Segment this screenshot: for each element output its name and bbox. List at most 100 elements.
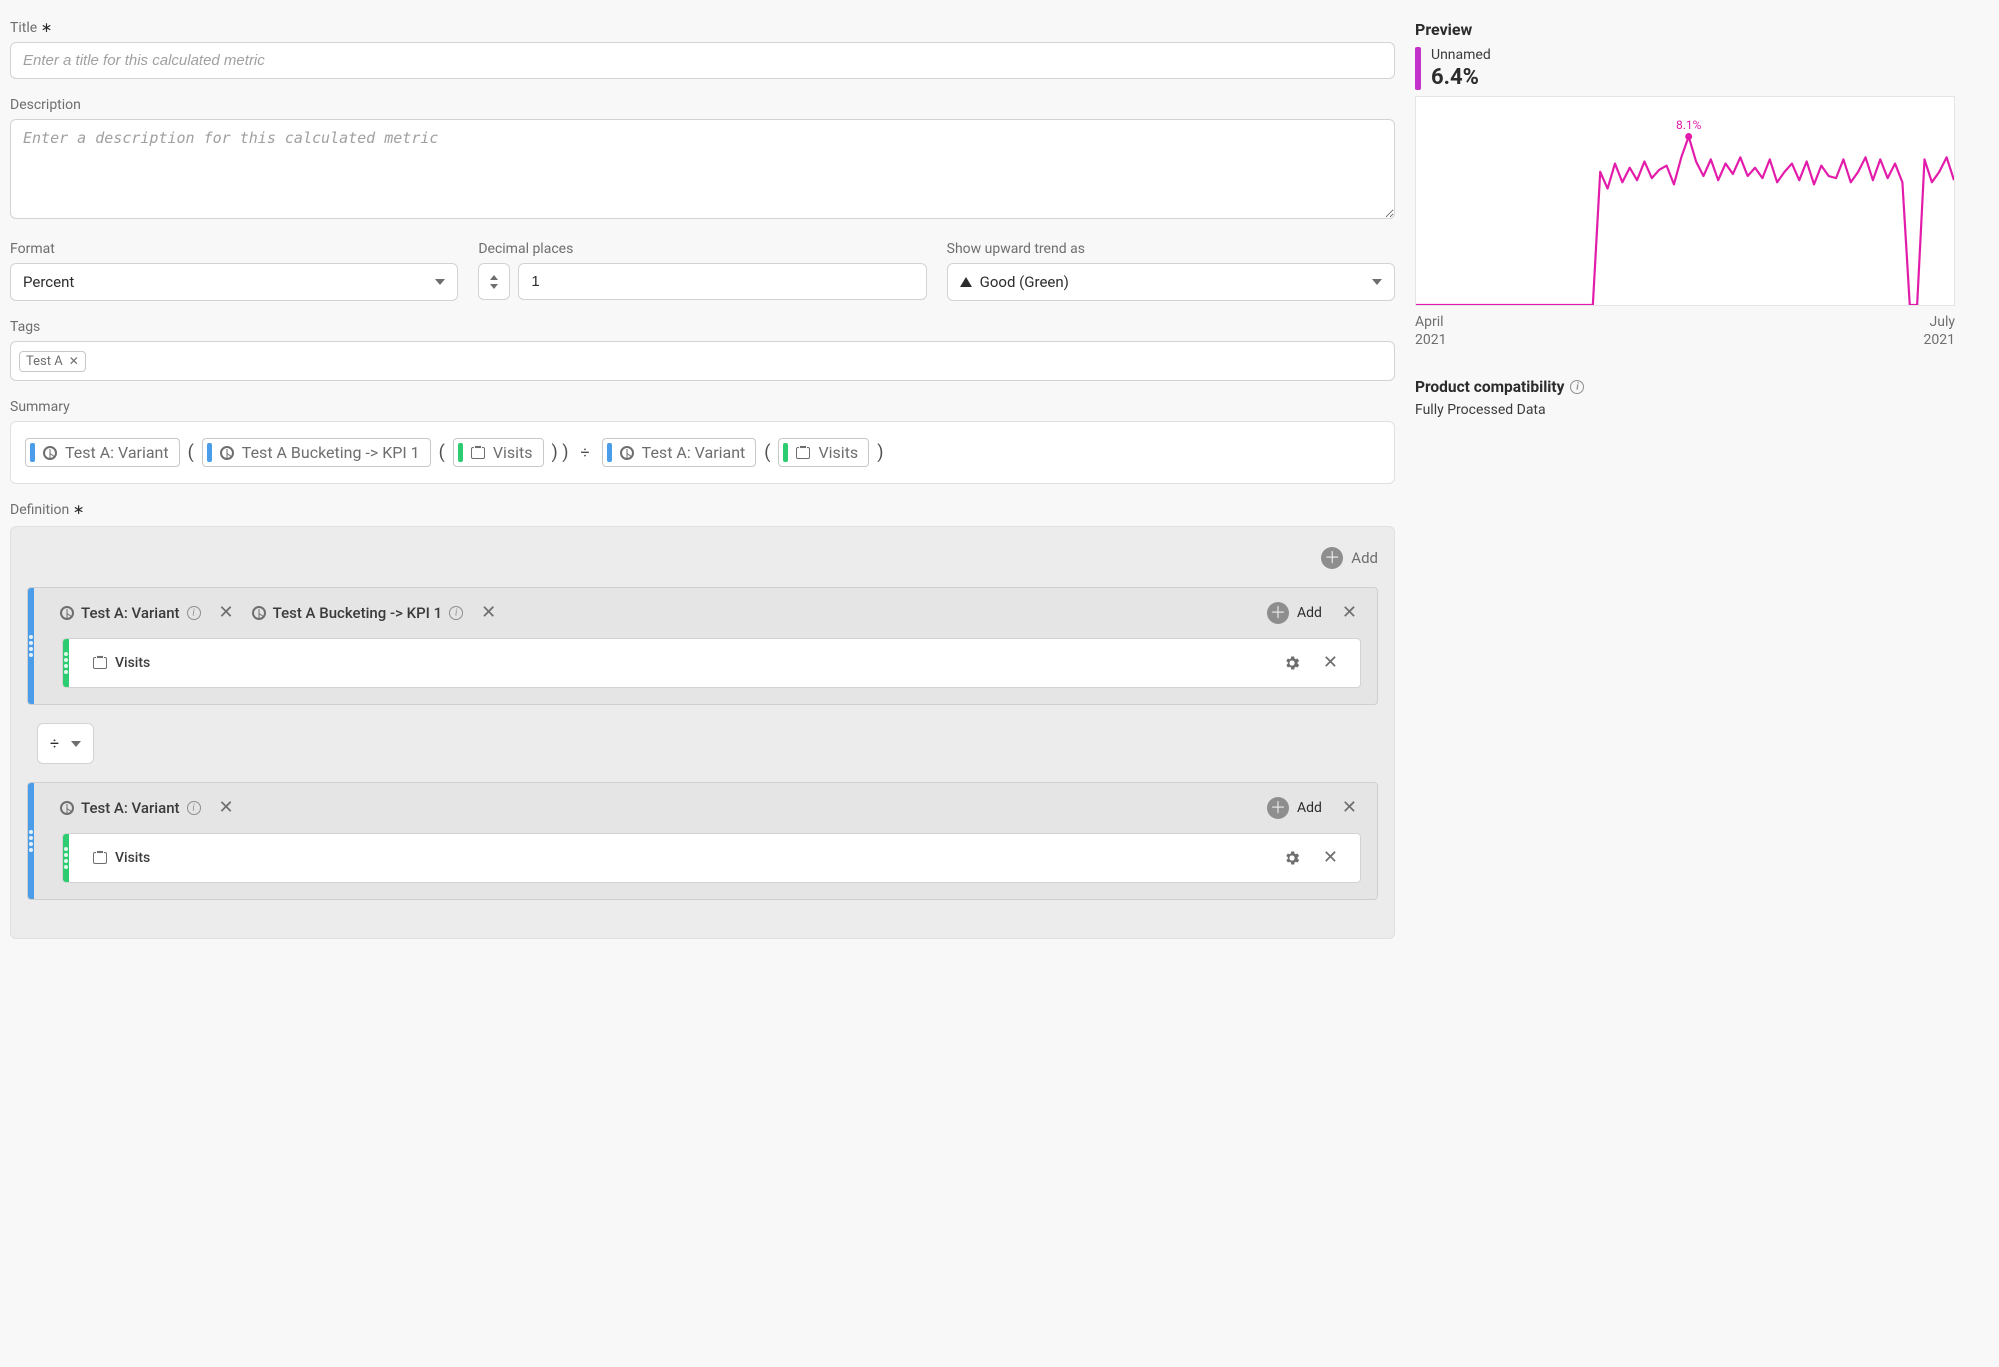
- summary-segment-chip[interactable]: Test A Bucketing -> KPI 1: [202, 438, 431, 467]
- info-icon[interactable]: [449, 606, 463, 620]
- summary-metric-chip[interactable]: Visits: [453, 438, 544, 467]
- description-label: Description: [10, 97, 1395, 113]
- event-icon: [471, 447, 485, 459]
- paren-open: (: [764, 442, 770, 463]
- preview-value: 6.4%: [1431, 65, 1491, 90]
- definition-segment[interactable]: Test A: Variant: [60, 604, 201, 622]
- remove-metric-icon[interactable]: ✕: [1319, 849, 1342, 867]
- paren-open: (: [439, 442, 445, 463]
- remove-segment-icon[interactable]: ✕: [215, 604, 238, 622]
- operator-select[interactable]: ÷: [37, 723, 94, 764]
- segment-label: Test A: Variant: [81, 604, 180, 622]
- axis-right-year: 2021: [1924, 332, 1955, 348]
- operator-symbol: ÷: [50, 734, 59, 753]
- tag-remove-icon[interactable]: ✕: [69, 354, 79, 368]
- block-header: Test A: Variant ✕ ＋Add ✕: [36, 783, 1377, 833]
- segment-icon: [60, 801, 74, 815]
- metric-row[interactable]: Visits ✕: [62, 833, 1361, 883]
- drag-handle-icon[interactable]: [64, 847, 68, 869]
- segment-icon: [220, 446, 234, 460]
- operator-divide: ÷: [577, 443, 594, 462]
- remove-block-icon[interactable]: ✕: [1338, 604, 1361, 622]
- preview-chart: 8.1%: [1415, 96, 1955, 306]
- remove-metric-icon[interactable]: ✕: [1319, 654, 1342, 672]
- block-add-label: Add: [1297, 800, 1322, 816]
- remove-segment-icon[interactable]: ✕: [215, 799, 238, 817]
- decimal-label: Decimal places: [478, 241, 926, 257]
- chip-stripe: [783, 443, 788, 462]
- drag-handle-icon[interactable]: [29, 635, 33, 657]
- event-icon: [93, 657, 107, 669]
- description-textarea[interactable]: [10, 119, 1395, 219]
- arrow-up-icon[interactable]: [490, 275, 498, 280]
- segment-icon: [620, 446, 634, 460]
- remove-segment-icon[interactable]: ✕: [477, 604, 500, 622]
- plus-circle-icon: ＋: [1267, 602, 1289, 624]
- axis-left-month: April: [1415, 314, 1444, 330]
- trend-value: Good (Green): [980, 273, 1069, 291]
- event-icon: [93, 852, 107, 864]
- tags-label: Tags: [10, 319, 1395, 335]
- compat-desc: Fully Processed Data: [1415, 402, 1955, 418]
- format-select[interactable]: Percent: [10, 263, 458, 301]
- tags-input[interactable]: Test A ✕: [10, 341, 1395, 381]
- compat-title: Product compatibility: [1415, 378, 1584, 396]
- segment-icon: [43, 446, 57, 460]
- arrow-down-icon[interactable]: [490, 284, 498, 289]
- plus-circle-icon: ＋: [1321, 547, 1343, 569]
- trend-select[interactable]: Good (Green): [947, 263, 1395, 301]
- block-add[interactable]: ＋Add: [1267, 797, 1322, 819]
- definition-segment[interactable]: Test A: Variant: [60, 799, 201, 817]
- paren-close: ): [877, 442, 883, 463]
- definition-add[interactable]: ＋ Add: [27, 547, 1378, 569]
- metric-label: Visits: [115, 850, 150, 866]
- preview-color-bar: [1415, 47, 1421, 90]
- segment-label: Test A: Variant: [81, 799, 180, 817]
- block-header: Test A: Variant ✕ Test A Bucketing -> KPI …: [36, 588, 1377, 638]
- event-icon: [796, 447, 810, 459]
- chevron-down-icon: [435, 279, 445, 285]
- axis-right-month: July: [1930, 314, 1955, 330]
- tag-chip[interactable]: Test A ✕: [19, 351, 86, 372]
- definition-canvas[interactable]: ＋ Add Test A: Variant ✕ Test A Bucketing -…: [10, 526, 1395, 939]
- gear-icon[interactable]: [1283, 849, 1301, 867]
- preview-title: Preview: [1415, 20, 1955, 39]
- format-label: Format: [10, 241, 458, 257]
- drag-handle-icon[interactable]: [64, 652, 68, 674]
- definition-block[interactable]: Test A: Variant ✕ ＋Add ✕ Visits ✕: [27, 782, 1378, 900]
- chip-label: Test A: Variant: [65, 443, 169, 462]
- info-icon[interactable]: [187, 606, 201, 620]
- chevron-down-icon: [1372, 279, 1382, 285]
- chip-stripe: [30, 443, 35, 462]
- chip-label: Visits: [818, 443, 858, 462]
- decimal-input[interactable]: [518, 263, 926, 300]
- title-input[interactable]: [10, 42, 1395, 79]
- definition-block[interactable]: Test A: Variant ✕ Test A Bucketing -> KPI …: [27, 587, 1378, 705]
- metric-row[interactable]: Visits ✕: [62, 638, 1361, 688]
- paren-close: ) ): [552, 442, 569, 463]
- summary-metric-chip[interactable]: Visits: [778, 438, 869, 467]
- chip-label: Test A Bucketing -> KPI 1: [242, 443, 420, 462]
- drag-handle-icon[interactable]: [29, 830, 33, 852]
- title-label: Title: [10, 20, 1395, 36]
- summary-box: Test A: Variant ( Test A Bucketing -> KPI …: [10, 421, 1395, 484]
- decimal-stepper[interactable]: [478, 263, 510, 300]
- summary-label: Summary: [10, 399, 1395, 415]
- axis-left-year: 2021: [1415, 332, 1446, 348]
- preview-name: Unnamed: [1431, 47, 1491, 63]
- metric-label: Visits: [115, 655, 150, 671]
- chip-stripe: [207, 443, 212, 462]
- chevron-down-icon: [71, 741, 81, 747]
- definition-add-label: Add: [1351, 549, 1378, 567]
- remove-block-icon[interactable]: ✕: [1338, 799, 1361, 817]
- info-icon[interactable]: [187, 801, 201, 815]
- block-add[interactable]: ＋Add: [1267, 602, 1322, 624]
- gear-icon[interactable]: [1283, 654, 1301, 672]
- segment-label: Test A Bucketing -> KPI 1: [273, 604, 443, 622]
- tag-chip-label: Test A: [26, 354, 63, 369]
- info-icon[interactable]: [1570, 380, 1584, 394]
- summary-segment-chip[interactable]: Test A: Variant: [25, 438, 180, 467]
- paren-open: (: [188, 442, 194, 463]
- summary-segment-chip[interactable]: Test A: Variant: [602, 438, 757, 467]
- definition-segment[interactable]: Test A Bucketing -> KPI 1: [252, 604, 464, 622]
